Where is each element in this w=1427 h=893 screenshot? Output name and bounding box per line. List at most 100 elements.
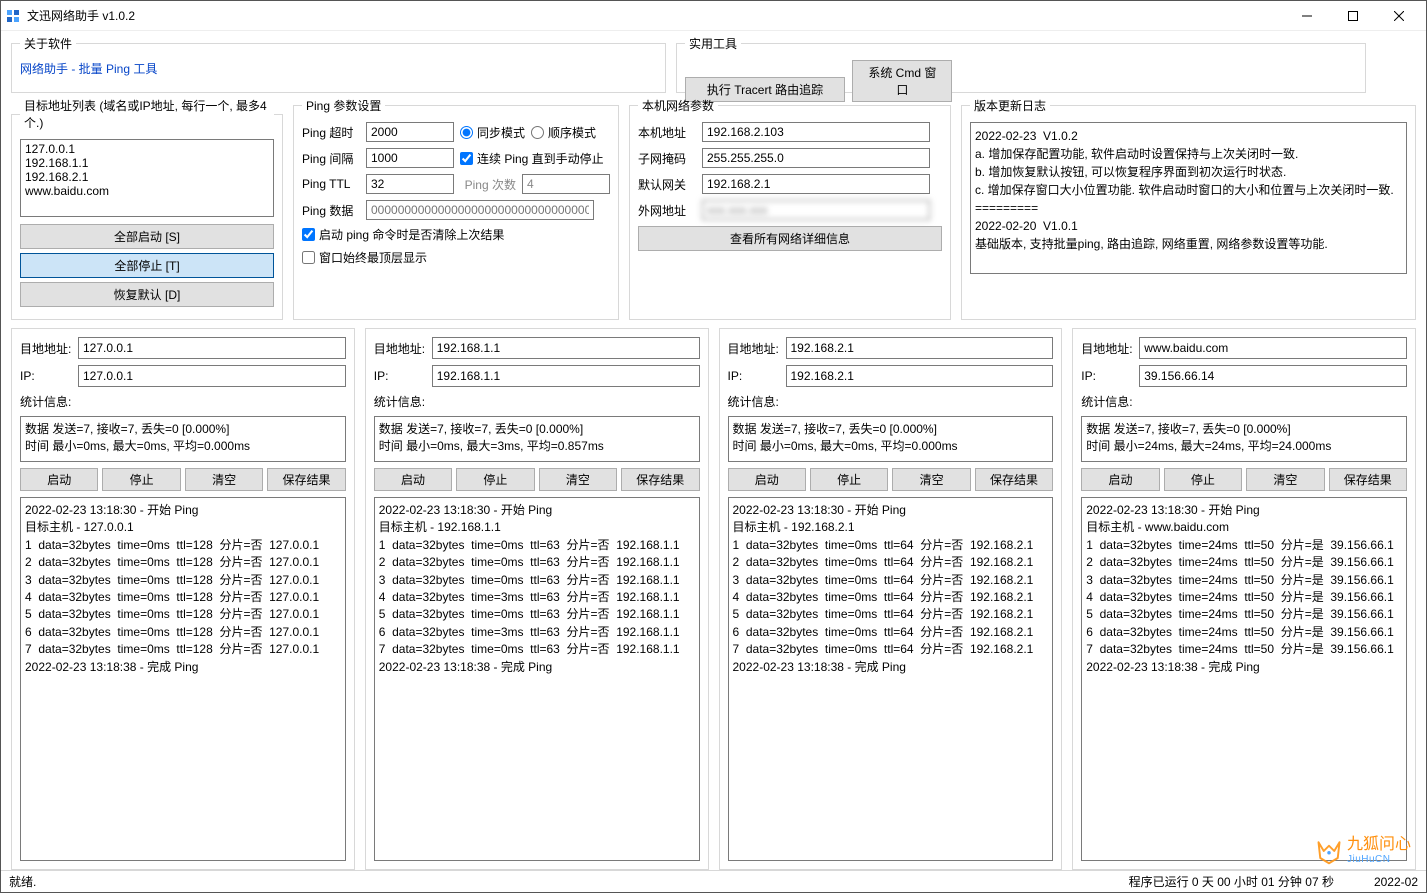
- panel-stop-button[interactable]: 停止: [1164, 468, 1242, 491]
- sync-mode-radio[interactable]: [460, 126, 473, 139]
- net-group: 本机网络参数 本机地址 子网掩码 默认网关 外网地址 查看所有网络详细信息: [629, 97, 951, 320]
- stats-box: 数据 发送=7, 接收=7, 丢失=0 [0.000%]时间 最小=0ms, 最…: [20, 416, 346, 462]
- status-date: 2022-02: [1374, 875, 1418, 889]
- ping-log[interactable]: 2022-02-23 13:18:30 - 开始 Ping 目标主机 - 192…: [374, 497, 700, 861]
- mask-label: 子网掩码: [638, 150, 696, 167]
- cmd-button[interactable]: 系统 Cmd 窗口: [852, 60, 952, 102]
- ip-label: IP:: [20, 369, 72, 383]
- ip-value: 39.156.66.14: [1139, 365, 1407, 387]
- ping-log[interactable]: 2022-02-23 13:18:30 - 开始 Ping 目标主机 - 127…: [20, 497, 346, 861]
- panel-stop-button[interactable]: 停止: [456, 468, 534, 491]
- watermark-en: JiuHuCN: [1347, 854, 1411, 865]
- app-icon: [5, 8, 21, 24]
- panel-save-button[interactable]: 保存结果: [267, 468, 345, 491]
- ip-value: 192.168.2.1: [786, 365, 1054, 387]
- data-input[interactable]: [366, 200, 594, 220]
- ttl-label: Ping TTL: [302, 177, 360, 191]
- mask-input[interactable]: [702, 148, 930, 168]
- panel-stop-button[interactable]: 停止: [810, 468, 888, 491]
- ping-panel-2: 目地地址:192.168.2.1IP:192.168.2.1统计信息:数据 发送…: [719, 328, 1063, 870]
- status-ready: 就绪.: [9, 873, 1129, 890]
- ttl-input[interactable]: [366, 174, 454, 194]
- panel-clear-button[interactable]: 清空: [539, 468, 617, 491]
- ip-label: IP:: [1081, 369, 1133, 383]
- target-label: 目地地址:: [1081, 340, 1133, 357]
- stats-box: 数据 发送=7, 接收=7, 丢失=0 [0.000%]时间 最小=0ms, 最…: [374, 416, 700, 462]
- ext-ip-input[interactable]: [702, 200, 930, 220]
- panel-save-button[interactable]: 保存结果: [1329, 468, 1407, 491]
- panel-start-button[interactable]: 启动: [20, 468, 98, 491]
- minimize-button[interactable]: [1284, 2, 1330, 30]
- stats-label: 统计信息:: [728, 393, 1054, 410]
- ping-panel-0: 目地地址:127.0.0.1IP:127.0.0.1统计信息:数据 发送=7, …: [11, 328, 355, 870]
- gateway-input[interactable]: [702, 174, 930, 194]
- panel-clear-button[interactable]: 清空: [1246, 468, 1324, 491]
- ip-label: IP:: [728, 369, 780, 383]
- panel-clear-button[interactable]: 清空: [185, 468, 263, 491]
- window-title: 文迅网络助手 v1.0.2: [27, 7, 1284, 24]
- net-legend: 本机网络参数: [638, 97, 718, 114]
- ping-log[interactable]: 2022-02-23 13:18:30 - 开始 Ping 目标主机 - www…: [1081, 497, 1407, 861]
- local-ip-input[interactable]: [702, 122, 930, 142]
- count-label: Ping 次数: [460, 176, 516, 193]
- stats-label: 统计信息:: [374, 393, 700, 410]
- ping-log[interactable]: 2022-02-23 13:18:30 - 开始 Ping 目标主机 - 192…: [728, 497, 1054, 861]
- ip-value: 192.168.1.1: [432, 365, 700, 387]
- statusbar: 就绪. 程序已运行 0 天 00 小时 01 分钟 07 秒 2022-02: [1, 870, 1426, 892]
- data-label: Ping 数据: [302, 202, 360, 219]
- target-label: 目地地址:: [20, 340, 72, 357]
- panel-start-button[interactable]: 启动: [374, 468, 452, 491]
- target-label: 目地地址:: [728, 340, 780, 357]
- timeout-label: Ping 超时: [302, 124, 360, 141]
- stats-box: 数据 发送=7, 接收=7, 丢失=0 [0.000%]时间 最小=24ms, …: [1081, 416, 1407, 462]
- target-value: 192.168.2.1: [786, 337, 1054, 359]
- watermark: 九狐问心 JiuHuCN: [1315, 836, 1411, 865]
- clear-on-start-label: 启动 ping 命令时是否清除上次结果: [319, 226, 504, 243]
- params-group: Ping 参数设置 Ping 超时 同步模式 顺序模式 Ping 间隔 连续 P…: [293, 97, 619, 320]
- ip-value: 127.0.0.1: [78, 365, 346, 387]
- close-button[interactable]: [1376, 2, 1422, 30]
- fox-icon: [1315, 837, 1343, 865]
- panel-start-button[interactable]: 启动: [1081, 468, 1159, 491]
- timeout-input[interactable]: [366, 122, 454, 142]
- ip-label: IP:: [374, 369, 426, 383]
- changelog-legend: 版本更新日志: [970, 97, 1050, 114]
- interval-input[interactable]: [366, 148, 454, 168]
- panel-save-button[interactable]: 保存结果: [621, 468, 699, 491]
- panel-save-button[interactable]: 保存结果: [975, 468, 1053, 491]
- seq-mode-label: 顺序模式: [548, 124, 596, 141]
- clear-on-start-check[interactable]: [302, 228, 315, 241]
- start-all-button[interactable]: 全部启动 [S]: [20, 224, 274, 249]
- titlebar: 文迅网络助手 v1.0.2: [1, 1, 1426, 31]
- always-top-label: 窗口始终最顶层显示: [319, 249, 427, 266]
- about-link[interactable]: 网络助手 - 批量 Ping 工具: [20, 62, 157, 76]
- always-top-check[interactable]: [302, 251, 315, 264]
- ping-panel-1: 目地地址:192.168.1.1IP:192.168.1.1统计信息:数据 发送…: [365, 328, 709, 870]
- about-legend: 关于软件: [20, 35, 76, 52]
- params-legend: Ping 参数设置: [302, 97, 385, 114]
- view-net-details-button[interactable]: 查看所有网络详细信息: [638, 226, 942, 251]
- panel-start-button[interactable]: 启动: [728, 468, 806, 491]
- interval-label: Ping 间隔: [302, 150, 360, 167]
- stats-label: 统计信息:: [20, 393, 346, 410]
- gateway-label: 默认网关: [638, 176, 696, 193]
- stats-label: 统计信息:: [1081, 393, 1407, 410]
- watermark-cn: 九狐问心: [1347, 836, 1411, 854]
- panel-clear-button[interactable]: 清空: [892, 468, 970, 491]
- tools-group: 实用工具 执行 Tracert 路由追踪 系统 Cmd 窗口: [676, 35, 1366, 93]
- targets-legend: 目标地址列表 (域名或IP地址, 每行一个, 最多4个.): [20, 97, 274, 131]
- ext-ip-label: 外网地址: [638, 202, 696, 219]
- ping-panel-3: 目地地址:www.baidu.comIP:39.156.66.14统计信息:数据…: [1072, 328, 1416, 870]
- tools-legend: 实用工具: [685, 35, 741, 52]
- seq-mode-radio[interactable]: [531, 126, 544, 139]
- status-uptime: 程序已运行 0 天 00 小时 01 分钟 07 秒: [1129, 873, 1334, 890]
- target-label: 目地地址:: [374, 340, 426, 357]
- targets-textarea[interactable]: 127.0.0.1 192.168.1.1 192.168.2.1 www.ba…: [20, 139, 274, 217]
- stop-all-button[interactable]: 全部停止 [T]: [20, 253, 274, 278]
- changelog-text[interactable]: 2022-02-23 V1.0.2 a. 增加保存配置功能, 软件启动时设置保持…: [970, 122, 1407, 274]
- local-ip-label: 本机地址: [638, 124, 696, 141]
- panel-stop-button[interactable]: 停止: [102, 468, 180, 491]
- continuous-ping-check[interactable]: [460, 152, 473, 165]
- maximize-button[interactable]: [1330, 2, 1376, 30]
- restore-defaults-button[interactable]: 恢复默认 [D]: [20, 282, 274, 307]
